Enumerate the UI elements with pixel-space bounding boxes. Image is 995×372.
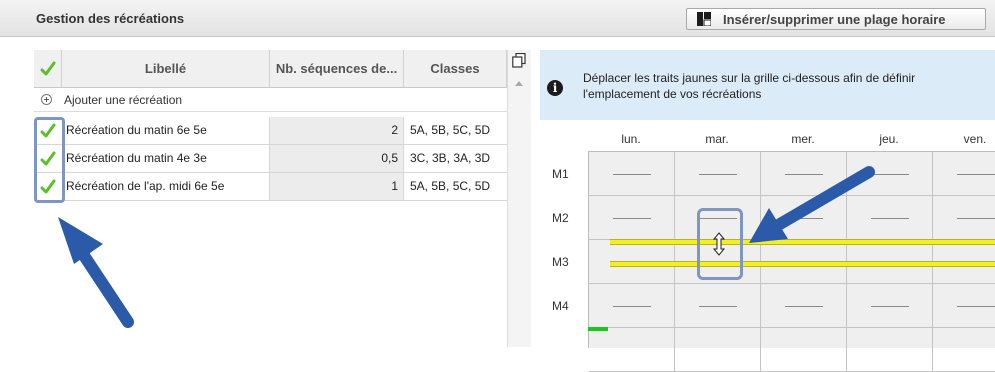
arrow-to-resize-handle [749,166,875,243]
annotation-arrows [58,166,875,328]
arrow-to-checkboxes [58,217,134,328]
